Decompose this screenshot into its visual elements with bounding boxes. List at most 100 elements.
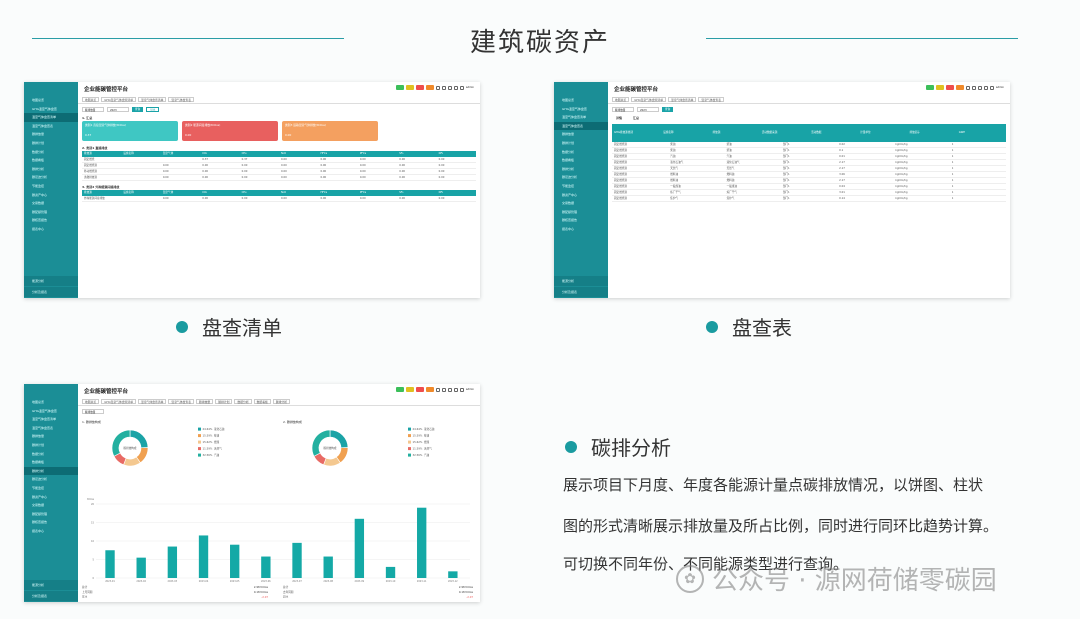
sidebar-item[interactable]: 节能监控 bbox=[24, 484, 78, 493]
settings-icon[interactable] bbox=[453, 387, 458, 392]
sidebar-item[interactable]: 碳资产中心 bbox=[554, 191, 608, 200]
sidebar-item[interactable]: 节能监控 bbox=[24, 182, 78, 191]
sidebar-item[interactable]: 碳核查报告 bbox=[24, 518, 78, 527]
status-tag[interactable] bbox=[945, 85, 954, 90]
sidebar-item[interactable]: 交易数据 bbox=[24, 501, 78, 510]
status-tag[interactable] bbox=[415, 85, 424, 90]
status-tag[interactable] bbox=[425, 387, 434, 392]
tab[interactable]: 地图总览 bbox=[612, 97, 630, 102]
sidebar-item[interactable]: 数据分析 bbox=[24, 148, 78, 157]
user-name[interactable]: admin bbox=[466, 86, 474, 89]
tab[interactable]: GHG温室气体盘查清单 bbox=[101, 97, 137, 102]
type-select[interactable]: 碳排放量 bbox=[82, 107, 104, 112]
sidebar-item[interactable]: 碳资产中心 bbox=[24, 191, 78, 200]
tab[interactable]: 温室气体盘查表 bbox=[698, 97, 725, 102]
sidebar-item[interactable]: 碳核查报告 bbox=[554, 216, 608, 225]
sidebar-item[interactable]: 碳足迹分析 bbox=[554, 173, 608, 182]
fullscreen-icon[interactable] bbox=[965, 85, 970, 90]
tab[interactable]: 碳排计划 bbox=[215, 399, 233, 404]
status-tag[interactable] bbox=[425, 85, 434, 90]
grid-icon[interactable] bbox=[441, 85, 446, 90]
sidebar-item[interactable]: 报表中心 bbox=[24, 527, 78, 536]
sidebar-item[interactable]: 温室气体盘查清单 bbox=[24, 415, 78, 424]
settings-icon[interactable] bbox=[453, 85, 458, 90]
bell-icon[interactable] bbox=[977, 85, 982, 90]
sidebar-item[interactable]: 碳配额管理 bbox=[554, 208, 608, 217]
sidebar-item[interactable]: 交易数据 bbox=[24, 199, 78, 208]
settings-icon[interactable] bbox=[983, 85, 988, 90]
fullscreen-icon[interactable] bbox=[435, 85, 440, 90]
status-tag[interactable] bbox=[935, 85, 944, 90]
sidebar-item[interactable]: 交易数据 bbox=[554, 199, 608, 208]
status-tag[interactable] bbox=[925, 85, 934, 90]
sidebar-item[interactable]: 温室气体盘查清单 bbox=[554, 113, 608, 122]
sidebar-item[interactable]: GHG温室气体盘查 bbox=[554, 105, 608, 114]
user-name[interactable]: admin bbox=[466, 388, 474, 391]
sidebar-item[interactable]: 温室气体盘查表 bbox=[24, 424, 78, 433]
tab[interactable]: 温室气体盘查表 bbox=[168, 399, 195, 404]
sidebar-item[interactable]: 数据分析 bbox=[24, 450, 78, 459]
sidebar-item[interactable]: GHG温室气体盘查 bbox=[24, 407, 78, 416]
tab[interactable]: 温室气体盘查清单 bbox=[138, 97, 167, 102]
sidebar-item-energy[interactable]: 能源分析 bbox=[554, 276, 608, 286]
bell-icon[interactable] bbox=[447, 85, 452, 90]
user-icon[interactable] bbox=[459, 85, 464, 90]
sidebar-item-energy[interactable]: 能源分析 bbox=[24, 580, 78, 590]
sidebar-item[interactable]: 地图总览 bbox=[554, 96, 608, 105]
sidebar-item[interactable]: 数据看板 bbox=[554, 156, 608, 165]
subtab-summary[interactable]: 汇总 bbox=[629, 115, 643, 121]
status-tag[interactable] bbox=[955, 85, 964, 90]
sidebar-item-reports[interactable]: 分析及报表 bbox=[554, 287, 608, 297]
tab[interactable]: 温室气体盘查清单 bbox=[138, 399, 167, 404]
sidebar-item[interactable]: 数据分析 bbox=[554, 148, 608, 157]
sidebar-item-energy[interactable]: 能源分析 bbox=[24, 276, 78, 286]
sidebar-item[interactable]: 碳排放量 bbox=[24, 432, 78, 441]
sidebar-item-reports[interactable]: 分析及报表 bbox=[24, 287, 78, 297]
tab[interactable]: 碳排分析 bbox=[272, 399, 291, 404]
sidebar-item[interactable]: 碳足迹分析 bbox=[24, 173, 78, 182]
sidebar-item[interactable]: 温室气体盘查表 bbox=[554, 121, 608, 131]
subtab-detail[interactable]: 详情 bbox=[612, 115, 626, 121]
sidebar-item[interactable]: 数据看板 bbox=[24, 156, 78, 165]
status-tag[interactable] bbox=[405, 387, 414, 392]
user-icon[interactable] bbox=[459, 387, 464, 392]
sidebar-item[interactable]: 温室气体盘查表 bbox=[24, 122, 78, 131]
tab[interactable]: 温室气体盘查清单 bbox=[668, 97, 697, 102]
sidebar-item[interactable]: 碳排计划 bbox=[24, 139, 78, 148]
tab[interactable]: 地图总览 bbox=[82, 97, 100, 102]
sidebar-item[interactable]: 报表中心 bbox=[24, 225, 78, 234]
sidebar-item[interactable]: 地图总览 bbox=[24, 398, 78, 407]
sidebar-item[interactable]: 碳排分析 bbox=[554, 165, 608, 174]
sidebar-item[interactable]: 数据看板 bbox=[24, 458, 78, 467]
grid-icon[interactable] bbox=[971, 85, 976, 90]
sidebar-item[interactable]: 碳配额管理 bbox=[24, 208, 78, 217]
sidebar-item-reports[interactable]: 分析及报表 bbox=[24, 591, 78, 601]
sidebar-item[interactable]: 碳配额管理 bbox=[24, 510, 78, 519]
tab[interactable]: 温室气体盘查表 bbox=[168, 97, 195, 102]
export-button[interactable]: 导出 bbox=[146, 107, 160, 112]
tab[interactable]: 数据看板 bbox=[253, 399, 271, 404]
sidebar-item[interactable]: 碳排计划 bbox=[554, 139, 608, 148]
query-button[interactable]: 查询 bbox=[662, 107, 674, 112]
tab[interactable]: 地图总览 bbox=[82, 399, 100, 404]
tab[interactable]: GHG温室气体盘查清单 bbox=[631, 97, 667, 102]
sidebar-item[interactable]: 碳排分析 bbox=[24, 466, 78, 476]
tab[interactable]: 碳排放量 bbox=[196, 399, 214, 404]
sidebar-item[interactable]: 碳排计划 bbox=[24, 441, 78, 450]
year-picker[interactable]: 2023 bbox=[637, 107, 659, 112]
sidebar-item[interactable]: 碳核查报告 bbox=[24, 216, 78, 225]
user-name[interactable]: admin bbox=[996, 86, 1004, 89]
type-select[interactable]: 碳排放量 bbox=[82, 409, 104, 414]
sidebar-item[interactable]: 碳排放量 bbox=[554, 130, 608, 139]
status-tag[interactable] bbox=[395, 85, 404, 90]
fullscreen-icon[interactable] bbox=[435, 387, 440, 392]
tab[interactable]: 数据分析 bbox=[234, 399, 252, 404]
sidebar-item[interactable]: 节能监控 bbox=[554, 182, 608, 191]
sidebar-item[interactable]: 报表中心 bbox=[554, 225, 608, 234]
status-tag[interactable] bbox=[415, 387, 424, 392]
sidebar-item[interactable]: 碳足迹分析 bbox=[24, 475, 78, 484]
type-select[interactable]: 碳排放量 bbox=[612, 107, 634, 112]
sidebar-item[interactable]: 碳资产中心 bbox=[24, 493, 78, 502]
grid-icon[interactable] bbox=[441, 387, 446, 392]
user-icon[interactable] bbox=[989, 85, 994, 90]
